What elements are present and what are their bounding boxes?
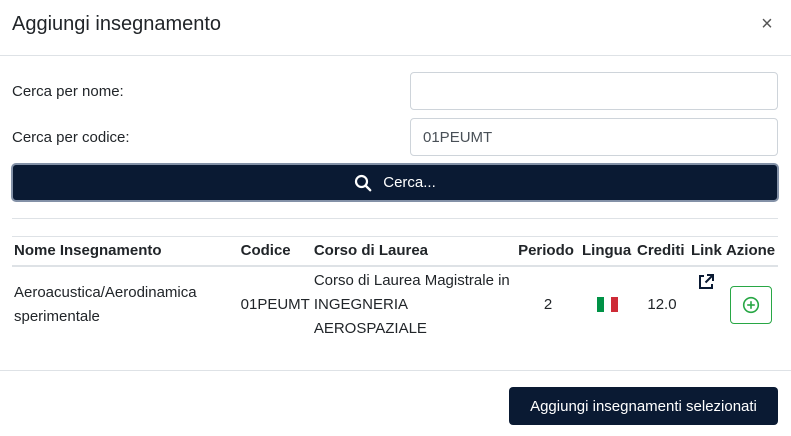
course-code-cell: 01PEUMT [240,295,310,313]
header-course: Corso di Laurea [311,236,517,267]
degree-course-cell: Corso di Laurea Magistrale in INGEGNERIA… [313,271,510,337]
header-language: Lingua [580,236,635,267]
search-code-label: Cerca per codice: [12,129,130,146]
header-name: Nome Insegnamento [12,236,239,267]
header-code: Codice [238,236,312,267]
period-cell: 2 [543,295,553,313]
search-name-label: Cerca per nome: [12,83,124,100]
modal-header: Aggiungi insegnamento × [0,0,791,56]
header-period: Periodo [516,236,581,267]
header-credits: Crediti [634,236,689,267]
modal-title: Aggiungi insegnamento [12,13,222,35]
close-button[interactable]: × [757,12,777,36]
add-course-modal: Aggiungi insegnamento × Cerca per nome: … [0,0,791,436]
search-name-input[interactable] [410,72,778,110]
search-button[interactable]: Cerca... [11,163,779,202]
link-cell [689,266,724,343]
search-button-label: Cerca... [383,174,436,191]
results-table: Nome Insegnamento Codice Corso di Laurea… [12,236,778,343]
add-circle-icon [742,296,760,313]
search-code-input[interactable] [410,118,778,156]
credits-cell: 12.0 [647,295,677,313]
footer-divider [0,370,791,371]
header-link: Link [688,236,724,267]
add-course-button[interactable] [729,285,772,324]
header-action: Azione [723,236,778,267]
external-link-icon[interactable] [697,273,715,291]
table-header-row: Nome Insegnamento Codice Corso di Laurea… [12,236,778,267]
action-cell [724,266,778,343]
section-divider [12,218,778,219]
language-cell [580,266,635,343]
italy-flag-icon [596,297,619,313]
add-selected-courses-button[interactable]: Aggiungi insegnamenti selezionati [509,387,778,425]
search-icon [354,174,372,192]
course-name-cell: Aeroacustica/Aerodinamica sperimentale [14,283,197,325]
table-row: Aeroacustica/Aerodinamica sperimentale 0… [12,266,778,343]
